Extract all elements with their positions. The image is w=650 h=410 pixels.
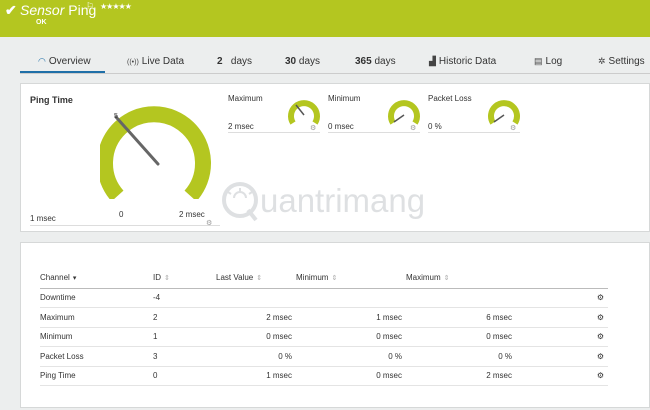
sort-icon: ⇕: [164, 275, 170, 283]
minimum-mini-gauge: [388, 100, 420, 125]
minimum-label: Minimum: [328, 94, 361, 103]
maximum-value: 2 msec: [228, 122, 254, 131]
maximum-label: Maximum: [228, 94, 263, 103]
cell-id: 2: [153, 307, 216, 328]
cell-last-value: [216, 288, 296, 308]
cell-last-value: 0 msec: [216, 327, 296, 347]
col-header-last-value[interactable]: Last Value ⇕: [216, 268, 296, 289]
tab-2-days[interactable]: 2 days: [217, 56, 252, 67]
gauge-min-tick: 0: [119, 210, 124, 219]
packet-loss-settings-icon[interactable]: ⚙: [510, 124, 516, 132]
cell-channel[interactable]: Ping Time: [40, 366, 153, 386]
cell-maximum: [406, 288, 516, 308]
cell-channel[interactable]: Maximum: [40, 307, 153, 328]
cell-minimum: 0 msec: [296, 366, 406, 386]
gauge-baseline: [30, 225, 220, 226]
check-icon: ✔: [5, 2, 17, 18]
maximum-baseline: [228, 132, 320, 133]
col-header-maximum[interactable]: Maximum ⇕: [406, 268, 516, 289]
table-row[interactable]: Downtime -4 ⚙: [40, 288, 608, 308]
cell-id: 1: [153, 327, 216, 347]
flag-icon[interactable]: ⚐: [86, 1, 94, 12]
packet-loss-label: Packet Loss: [428, 94, 472, 103]
cell-minimum: 0 %: [296, 346, 406, 367]
ping-time-label: Ping Time: [30, 95, 73, 105]
tab-30-days[interactable]: 30 days: [285, 56, 320, 67]
tab-overview[interactable]: ◠ Overview: [38, 56, 91, 67]
col-header-id[interactable]: ID ⇕: [153, 268, 216, 289]
cell-channel[interactable]: Packet Loss: [40, 346, 153, 367]
gauge-top-tick: 5: [114, 113, 118, 120]
bar-chart-icon: ▟: [429, 56, 436, 66]
table-row[interactable]: Packet Loss 3 0 % 0 % 0 % ⚙: [40, 346, 608, 367]
channel-settings-icon[interactable]: ⚙: [516, 346, 608, 367]
channel-settings-icon[interactable]: ⚙: [516, 327, 608, 347]
tab-365-days[interactable]: 365 days: [355, 56, 396, 67]
cell-minimum: [296, 288, 406, 308]
cell-last-value: 1 msec: [216, 366, 296, 386]
live-icon: ((•)): [127, 59, 139, 66]
cell-maximum: 6 msec: [406, 307, 516, 328]
channels-table: Channel ▾ ID ⇕ Last Value ⇕ Minimum ⇕ Maximu…: [40, 268, 608, 386]
table-row[interactable]: Minimum 1 0 msec 0 msec 0 msec ⚙: [40, 327, 608, 347]
cell-maximum: 0 msec: [406, 327, 516, 347]
sensor-header: ✔ Sensor Ping ⚐ ★★★★★ OK: [0, 0, 650, 37]
packet-loss-value: 0 %: [428, 122, 442, 131]
gauge-settings-icon[interactable]: ⚙: [206, 219, 212, 227]
gear-icon: ✲: [598, 56, 606, 66]
table-row[interactable]: Maximum 2 2 msec 1 msec 6 msec ⚙: [40, 307, 608, 328]
minimum-settings-icon[interactable]: ⚙: [410, 124, 416, 132]
channel-settings-icon[interactable]: ⚙: [516, 366, 608, 386]
cell-last-value: 0 %: [216, 346, 296, 367]
status-label: OK: [36, 19, 47, 26]
col-header-minimum[interactable]: Minimum ⇕: [296, 268, 406, 289]
watermark-text: uantrimang: [260, 182, 426, 219]
cell-id: 3: [153, 346, 216, 367]
maximum-mini-gauge: [288, 100, 320, 125]
table-header-row: Channel ▾ ID ⇕ Last Value ⇕ Minimum ⇕ Maximu…: [40, 268, 608, 289]
sensor-title: Sensor Ping: [20, 2, 97, 18]
priority-stars[interactable]: ★★★★★: [100, 2, 132, 11]
sort-icon: ⇕: [256, 275, 263, 283]
packet-loss-mini-gauge: [488, 100, 520, 125]
tab-bar: ◠ Overview ((•)) Live Data 2 days 30 days …: [0, 37, 650, 75]
maximum-settings-icon[interactable]: ⚙: [310, 124, 316, 132]
cell-id: 0: [153, 366, 216, 386]
log-icon: ▤: [534, 56, 543, 66]
gauge-icon: ◠: [38, 56, 46, 66]
minimum-value: 0 msec: [328, 122, 354, 131]
tab-live-data[interactable]: ((•)) Live Data: [127, 56, 184, 67]
col-header-channel[interactable]: Channel ▾: [40, 268, 153, 289]
gauge-max-tick: 2 msec: [179, 210, 205, 219]
tab-historic-data[interactable]: ▟ Historic Data: [429, 56, 496, 67]
cell-channel[interactable]: Minimum: [40, 327, 153, 347]
tab-log[interactable]: ▤ Log: [534, 56, 562, 67]
sort-icon: ⇕: [331, 275, 338, 283]
cell-maximum: 2 msec: [406, 366, 516, 386]
tab-divider: [20, 73, 650, 74]
cell-id: -4: [153, 288, 216, 308]
table-row[interactable]: Ping Time 0 1 msec 0 msec 2 msec ⚙: [40, 366, 608, 386]
packet-loss-baseline: [428, 132, 520, 133]
ping-time-value: 1 msec: [30, 214, 56, 223]
cell-maximum: 0 %: [406, 346, 516, 367]
sort-icon: ⇕: [443, 275, 450, 283]
channel-settings-icon[interactable]: ⚙: [516, 307, 608, 328]
cell-minimum: 1 msec: [296, 307, 406, 328]
col-header-actions: [516, 268, 608, 289]
minimum-baseline: [328, 132, 420, 133]
cell-minimum: 0 msec: [296, 327, 406, 347]
watermark-bulb-icon: [222, 182, 258, 222]
cell-channel[interactable]: Downtime: [40, 288, 153, 308]
channel-settings-icon[interactable]: ⚙: [516, 288, 608, 308]
cell-last-value: 2 msec: [216, 307, 296, 328]
tab-settings[interactable]: ✲ Settings: [598, 56, 645, 67]
watermark-logo: uantrimang: [218, 178, 443, 238]
